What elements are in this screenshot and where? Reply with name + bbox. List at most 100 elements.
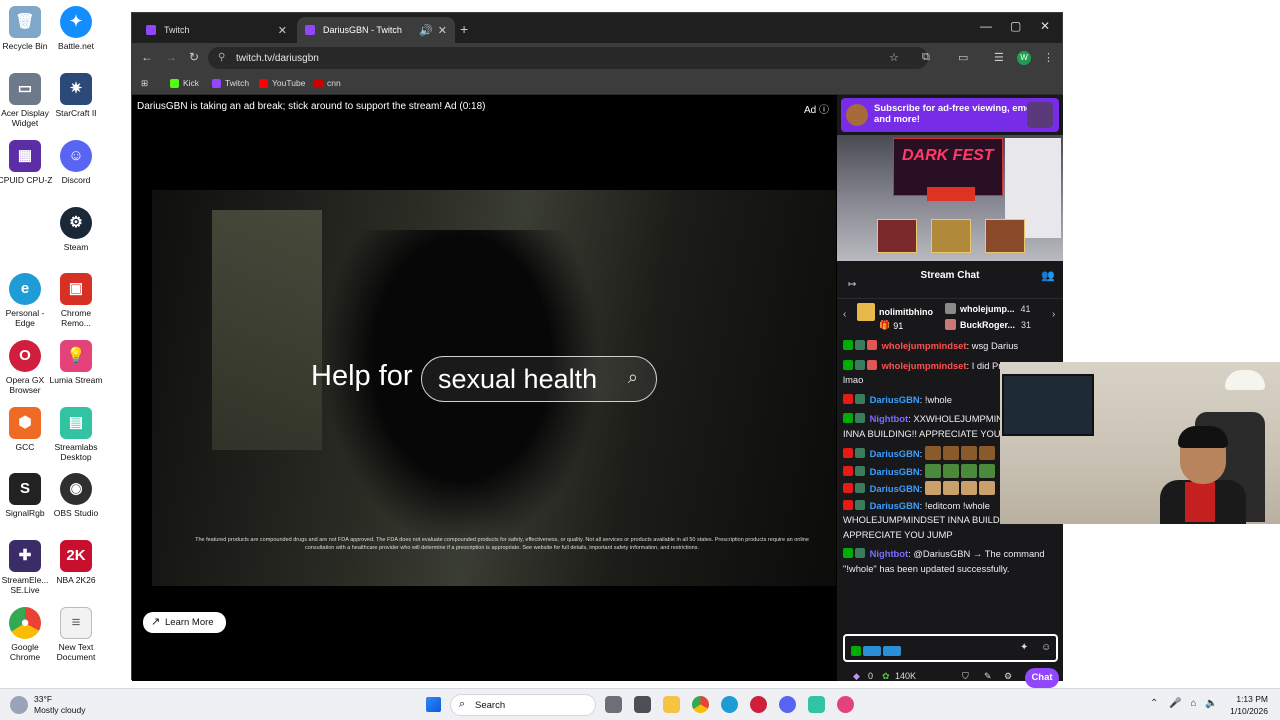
desktop-icon-starcraft[interactable]: ✷ StarCraft II xyxy=(47,73,105,118)
desktop-icon-lumia-stream[interactable]: 💡 Lumia Stream xyxy=(47,340,105,385)
chrome-taskbar-icon[interactable] xyxy=(692,696,709,713)
bookmark-youtube[interactable]: YouTube xyxy=(259,78,305,88)
chat-username[interactable]: wholejumpmindset xyxy=(882,360,967,371)
clock[interactable]: 1:13 PM 1/10/2026 xyxy=(1222,693,1268,717)
desktop-icon-new-text-document[interactable]: ≡ New Text Document xyxy=(47,607,105,662)
leaderboard-next-icon[interactable]: › xyxy=(1052,309,1055,320)
task-view-icon[interactable] xyxy=(605,696,622,713)
learn-more-button[interactable]: ↗ Learn More xyxy=(143,612,226,633)
desktop-icon-google-chrome[interactable]: ● Google Chrome xyxy=(0,607,54,662)
emote-icon[interactable] xyxy=(978,463,995,478)
streamlabs-taskbar-icon[interactable] xyxy=(808,696,825,713)
emote-icon[interactable] xyxy=(960,446,977,460)
emote-icon[interactable] xyxy=(960,481,977,495)
ad-video[interactable]: Help for sexual health ⌕ The featured pr… xyxy=(152,190,836,586)
desktop-icon-acer-display-widget[interactable]: ▭ Acer Display Widget xyxy=(0,73,54,128)
emote-icon[interactable] xyxy=(924,463,941,478)
chat-username[interactable]: DariusGBN xyxy=(870,483,920,494)
info-icon[interactable]: ⓘ xyxy=(819,105,829,116)
leaderboard-item[interactable]: nolimitbhino xyxy=(857,303,933,321)
microphone-icon[interactable]: 🎤 xyxy=(1169,698,1181,709)
bookmark-star-icon[interactable]: ☆ xyxy=(889,51,899,64)
mod-tool-icon[interactable]: ✎ xyxy=(984,671,992,682)
site-info-icon[interactable]: ⚲ xyxy=(218,52,225,63)
desktop-icon-recycle-bin[interactable]: 🗑 Recycle Bin xyxy=(0,6,54,51)
desktop-icon-chrome-remote[interactable]: ▣ Chrome Remo... xyxy=(47,273,105,328)
desktop-icon-edge[interactable]: e Personal - Edge xyxy=(0,273,54,328)
lumia-taskbar-icon[interactable] xyxy=(837,696,854,713)
emote-icon[interactable] xyxy=(978,481,995,495)
subscribe-banner[interactable]: Subscribe for ad-free viewing, emotes, a… xyxy=(841,98,1059,132)
taskbar-search[interactable]: ⌕ Search xyxy=(450,694,596,716)
tab-dariusgbn[interactable]: DariusGBN - Twitch 🔊 ✕ xyxy=(297,17,455,43)
desktop-icon-gcc[interactable]: ⬢ GCC xyxy=(0,407,54,452)
emote-picker-icon[interactable]: ☺ xyxy=(1041,642,1051,653)
chat-username[interactable]: DariusGBN xyxy=(870,466,920,477)
chat-username[interactable]: Nightbot xyxy=(870,413,909,424)
audio-playing-icon[interactable]: 🔊 xyxy=(419,24,433,37)
desktop-icon-nba2k26[interactable]: 2K NBA 2K26 xyxy=(47,540,105,585)
reload-icon[interactable]: ↻ xyxy=(189,50,199,64)
shield-icon[interactable]: ⛉ xyxy=(962,671,969,682)
emote-icon[interactable] xyxy=(924,481,941,495)
desktop-icon-streamelements[interactable]: ✚ StreamEle... SE.Live xyxy=(0,540,54,595)
url-input[interactable]: ⚲ twitch.tv/dariusgbn xyxy=(208,47,928,69)
menu-kebab-icon[interactable]: ⋮ xyxy=(1043,51,1054,64)
leaderboard-item[interactable]: wholejump... 41 xyxy=(945,303,1031,314)
chat-send-button[interactable]: Chat xyxy=(1025,668,1059,688)
emote-icon[interactable] xyxy=(942,463,959,478)
chat-username[interactable]: DariusGBN xyxy=(870,448,920,459)
reading-list-icon[interactable]: ☰ xyxy=(994,51,1004,64)
chat-username[interactable]: Nightbot xyxy=(870,548,909,559)
bookmark-kick[interactable]: Kick xyxy=(170,78,199,88)
celebration-icon[interactable]: ✦ xyxy=(1020,642,1028,653)
community-icon[interactable]: 👥 xyxy=(1041,269,1055,282)
start-windows-icon[interactable] xyxy=(426,697,441,712)
desktop-icon-signalrgb[interactable]: S SignalRgb xyxy=(0,473,54,518)
chat-username[interactable]: wholejumpmindset xyxy=(882,340,967,351)
bits-icon[interactable]: ◆ xyxy=(853,671,860,682)
edge-taskbar-icon[interactable] xyxy=(721,696,738,713)
chat-input[interactable]: ✦ ☺ xyxy=(843,634,1058,662)
desktop-icon-battlenet[interactable]: ✦ Battle.net xyxy=(47,6,105,51)
desktop-icon-streamlabs[interactable]: ▤ Streamlabs Desktop xyxy=(47,407,105,462)
settings-gear-icon[interactable]: ⚙ xyxy=(1004,671,1012,682)
maximize-icon[interactable]: ▢ xyxy=(1010,19,1021,33)
emote-icon[interactable] xyxy=(924,446,941,460)
desktop-icon-discord[interactable]: ☺ Discord xyxy=(47,140,105,185)
close-tab-icon[interactable]: ✕ xyxy=(438,24,447,37)
new-tab-icon[interactable]: + xyxy=(460,21,468,37)
bookmark-twitch[interactable]: Twitch xyxy=(212,78,249,88)
extensions-icon[interactable]: ⧉ xyxy=(922,51,930,64)
cast-icon[interactable]: ▭ xyxy=(958,51,968,64)
emote-icon[interactable] xyxy=(960,463,977,478)
minimize-icon[interactable]: — xyxy=(980,19,992,33)
tab-twitch[interactable]: Twitch ✕ xyxy=(138,17,295,43)
emote-icon[interactable] xyxy=(942,481,959,495)
close-window-icon[interactable]: ✕ xyxy=(1040,19,1050,33)
discord-taskbar-icon[interactable] xyxy=(779,696,796,713)
video-player[interactable]: DariusGBN is taking an ad break; stick a… xyxy=(132,95,837,681)
emote-icon[interactable] xyxy=(978,446,995,460)
widgets-icon[interactable] xyxy=(634,696,651,713)
desktop-icon-obs[interactable]: ◉ OBS Studio xyxy=(47,473,105,518)
channel-points-icon[interactable]: ✿ xyxy=(882,671,890,682)
bookmark-cnn[interactable]: cnn xyxy=(314,78,341,88)
emote-icon[interactable] xyxy=(942,446,959,460)
chat-username[interactable]: DariusGBN xyxy=(870,394,920,405)
desktop-icon-cpuz[interactable]: ▦ CPUID CPU-Z xyxy=(0,140,54,185)
close-tab-icon[interactable]: ✕ xyxy=(278,24,287,37)
leaderboard-item[interactable]: BuckRoger... 31 xyxy=(945,319,1031,330)
tray-overflow-icon[interactable]: ⌃ xyxy=(1150,698,1158,709)
desktop-icon-steam[interactable]: ⚙ Steam xyxy=(47,207,105,252)
file-explorer-icon[interactable] xyxy=(663,696,680,713)
volume-icon[interactable]: 🔈 xyxy=(1205,698,1217,709)
forward-icon[interactable]: → xyxy=(165,50,177,64)
back-icon[interactable]: ← xyxy=(141,50,153,64)
profile-avatar[interactable]: W xyxy=(1017,51,1031,65)
apps-grid-icon[interactable]: ⊞ xyxy=(141,78,148,89)
desktop-icon-opera-gx[interactable]: O Opera GX Browser xyxy=(0,340,54,395)
network-icon[interactable]: ⌂ xyxy=(1190,698,1196,709)
opera-gx-taskbar-icon[interactable] xyxy=(750,696,767,713)
leaderboard-prev-icon[interactable]: ‹ xyxy=(843,309,846,320)
